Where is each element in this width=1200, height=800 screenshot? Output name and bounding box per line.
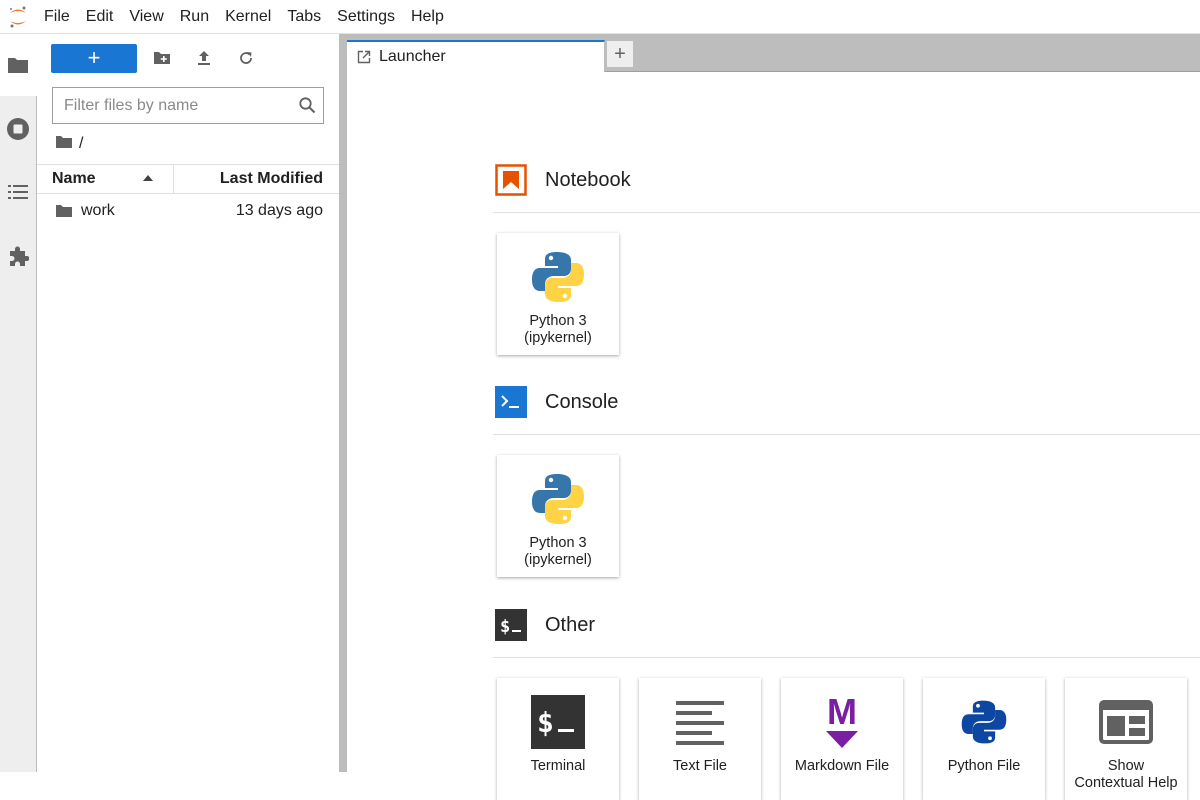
file-name: work [81,202,115,219]
card-label: Text File [673,758,727,774]
section-title: Console [545,390,619,413]
extensions-puzzle-icon[interactable] [4,242,32,270]
launcher-card-markdown-file[interactable]: M Markdown File [781,678,903,800]
card-label-line2: Contextual Help [1074,775,1178,791]
python-logo-icon [530,243,586,311]
launcher-card-text-file[interactable]: Text File [639,678,761,800]
card-label-line2: (ipykernel) [524,552,592,568]
list-item[interactable]: work 13 days ago [37,196,339,226]
markdown-icon: M [822,688,862,756]
other-section-header: $ Other [495,608,595,642]
tab-label: Launcher [379,48,446,65]
file-browser-panel: + / Name Last Modified work [37,34,339,772]
launcher-icon [357,49,373,65]
launcher-card-contextual-help[interactable]: Show Contextual Help [1065,678,1187,800]
card-label: Markdown File [794,758,890,774]
search-icon [298,96,316,119]
menu-help[interactable]: Help [403,0,452,34]
column-header-name[interactable]: Name [37,165,174,193]
tab-launcher[interactable]: Launcher [347,40,605,72]
file-modified: 13 days ago [235,202,323,219]
add-tab-button[interactable]: + [606,40,634,68]
panel-splitter[interactable] [339,34,347,772]
file-listing-header: Name Last Modified [37,164,339,194]
left-sidebar [0,34,37,772]
refresh-icon[interactable] [229,43,263,73]
launcher-card-terminal[interactable]: $ Terminal [497,678,619,800]
menu-run[interactable]: Run [172,0,217,34]
menu-view[interactable]: View [121,0,171,34]
table-of-contents-icon[interactable] [4,178,32,206]
main-area: Launcher + Notebook Python 3 (ipykernel)… [347,34,1200,800]
card-label: Python 3 (ipykernel) [524,313,592,347]
launcher-card-notebook-python3[interactable]: Python 3 (ipykernel) [497,233,619,355]
card-label-line1: Show [1107,758,1145,774]
notebook-icon [495,164,527,196]
launcher-card-console-python3[interactable]: Python 3 (ipykernel) [497,455,619,577]
launcher-panel: Notebook Python 3 (ipykernel) Console Py… [347,72,1200,800]
notebook-section-header: Notebook [495,163,631,197]
menu-edit[interactable]: Edit [78,0,122,34]
new-launcher-button[interactable]: + [51,43,137,73]
python-file-icon [960,688,1008,756]
section-divider [493,212,1200,213]
breadcrumb-root[interactable]: / [79,135,83,153]
other-section-icon: $ [495,609,527,641]
card-label-line2: (ipykernel) [524,330,592,346]
file-filter-field[interactable] [52,87,324,124]
new-folder-icon[interactable] [145,43,179,73]
card-label: Python File [947,758,1021,774]
section-divider [493,657,1200,658]
console-section-header: Console [495,385,618,419]
menu-bar: File Edit View Run Kernel Tabs Settings … [0,0,1200,34]
folder-icon [55,203,73,219]
svg-text:$: $ [537,706,554,739]
card-label: Show Contextual Help [1074,758,1177,792]
contextual-help-icon [1099,688,1153,756]
column-name-label: Name [52,170,96,187]
terminal-icon: $ [531,688,585,756]
jupyter-logo-icon [0,0,36,34]
breadcrumb: / [55,134,83,154]
svg-text:$: $ [500,617,510,637]
card-label-line1: Python 3 [529,313,587,329]
folder-icon[interactable] [4,51,32,79]
menu-tabs[interactable]: Tabs [279,0,329,34]
section-title: Notebook [545,168,631,191]
launcher-card-python-file[interactable]: Python File [923,678,1045,800]
home-folder-icon[interactable] [55,135,73,154]
card-label-line1: Python 3 [529,535,587,551]
sort-ascending-icon [143,175,153,181]
console-icon [495,386,527,418]
menu-settings[interactable]: Settings [329,0,403,34]
running-sessions-icon[interactable] [4,115,32,143]
python-logo-icon [530,465,586,533]
section-title: Other [545,613,596,636]
menu-file[interactable]: File [36,0,78,34]
card-label: Terminal [530,758,586,774]
svg-text:M: M [827,693,857,732]
tab-bar: Launcher + [347,34,1200,72]
file-browser-toolbar: + [51,43,263,73]
card-label: Python 3 (ipykernel) [524,535,592,569]
text-file-icon [675,688,725,756]
section-divider [493,434,1200,435]
column-header-modified[interactable]: Last Modified [174,165,339,193]
upload-icon[interactable] [187,43,221,73]
menu-kernel[interactable]: Kernel [217,0,279,34]
file-filter-input[interactable] [64,96,292,115]
